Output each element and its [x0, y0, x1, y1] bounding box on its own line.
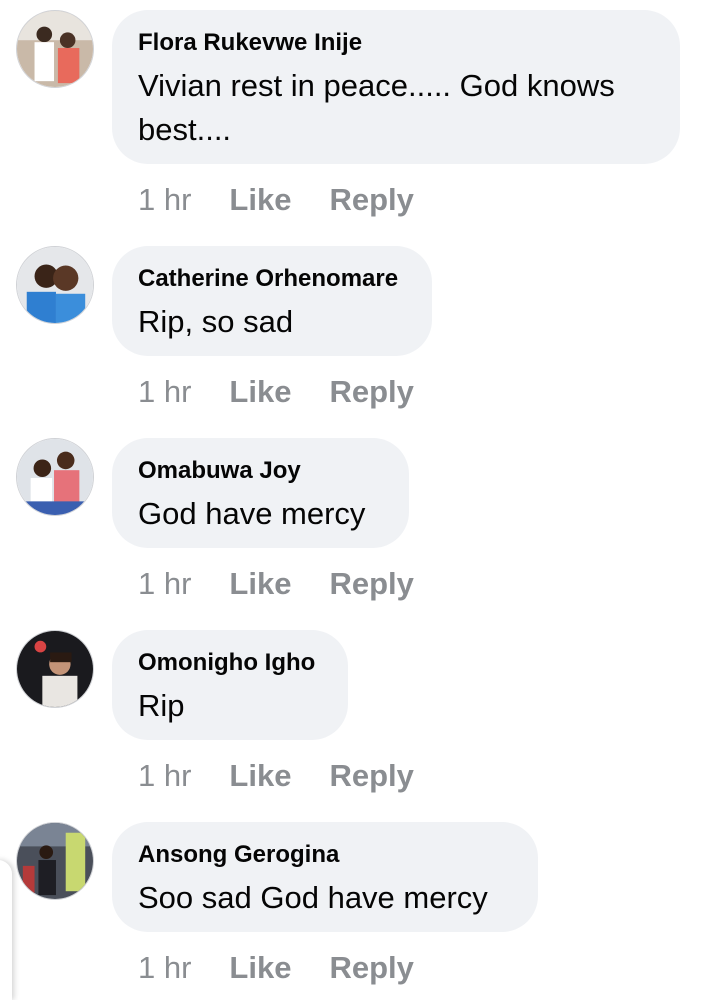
like-button[interactable]: Like [229, 950, 291, 986]
avatar[interactable] [16, 246, 94, 324]
overlay-edge [0, 860, 12, 1000]
comment-timestamp[interactable]: 1 hr [138, 182, 191, 218]
reply-button[interactable]: Reply [329, 374, 413, 410]
comment-author[interactable]: Flora Rukevwe Inije [138, 28, 652, 58]
like-button[interactable]: Like [229, 566, 291, 602]
like-button[interactable]: Like [229, 182, 291, 218]
like-button[interactable]: Like [229, 374, 291, 410]
comment-author[interactable]: Catherine Orhenomare [138, 264, 404, 294]
comment-author[interactable]: Omabuwa Joy [138, 456, 381, 486]
comment-bubble: Ansong Gerogina Soo sad God have mercy [112, 822, 538, 932]
reply-button[interactable]: Reply [329, 182, 413, 218]
profile-photo-icon [17, 11, 93, 87]
comment-timestamp[interactable]: 1 hr [138, 374, 191, 410]
comment-text: God have mercy [138, 496, 366, 531]
comment-bubble: Omonigho Igho Rip [112, 630, 348, 740]
like-button[interactable]: Like [229, 758, 291, 794]
comment-text: Rip, so sad [138, 304, 294, 339]
comment-text: Soo sad God have mercy [138, 880, 488, 915]
profile-photo-icon [17, 439, 93, 515]
avatar[interactable] [16, 438, 94, 516]
comment-text: Vivian rest in peace..... God knows best… [138, 68, 615, 147]
comment-timestamp[interactable]: 1 hr [138, 566, 191, 602]
comment-actions: 1 hr Like Reply [138, 562, 414, 606]
comment-author[interactable]: Omonigho Igho [138, 648, 320, 678]
profile-photo-icon [17, 247, 93, 323]
avatar[interactable] [16, 630, 94, 708]
reply-button[interactable]: Reply [329, 950, 413, 986]
comment-bubble: Omabuwa Joy God have mercy [112, 438, 409, 548]
reply-button[interactable]: Reply [329, 758, 413, 794]
comment-timestamp[interactable]: 1 hr [138, 950, 191, 986]
comment-text: Rip [138, 688, 185, 723]
comment-actions: 1 hr Like Reply [138, 946, 414, 990]
avatar[interactable] [16, 822, 94, 900]
comment-bubble: Flora Rukevwe Inije Vivian rest in peace… [112, 10, 680, 164]
comment-actions: 1 hr Like Reply [138, 178, 414, 222]
avatar[interactable] [16, 10, 94, 88]
comment-timestamp[interactable]: 1 hr [138, 758, 191, 794]
comment-actions: 1 hr Like Reply [138, 754, 414, 798]
profile-photo-icon [17, 631, 93, 707]
reply-button[interactable]: Reply [329, 566, 413, 602]
comment-author[interactable]: Ansong Gerogina [138, 840, 510, 870]
comment-actions: 1 hr Like Reply [138, 370, 414, 414]
profile-photo-icon [17, 823, 93, 899]
comment-bubble: Catherine Orhenomare Rip, so sad [112, 246, 432, 356]
